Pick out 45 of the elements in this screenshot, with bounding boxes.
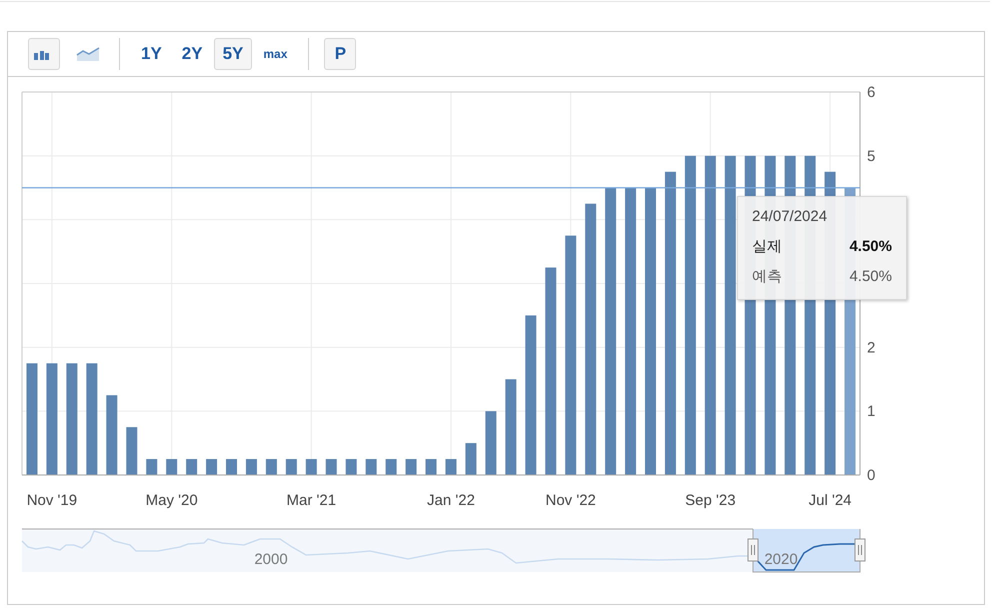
- axis-label: Mar '21: [286, 492, 336, 509]
- tooltip-label: 예측: [752, 267, 782, 287]
- area-chart-icon: [76, 46, 100, 62]
- range-button[interactable]: 5Y: [214, 38, 252, 70]
- bar: [386, 459, 397, 475]
- range-button[interactable]: 1Y: [132, 38, 171, 70]
- tooltip-value: 4.50%: [849, 267, 892, 287]
- bar: [485, 411, 496, 475]
- bar: [246, 459, 257, 475]
- axis-label: 2: [867, 339, 876, 356]
- axis-label: May '20: [146, 492, 198, 509]
- tooltip-date: 24/07/2024: [752, 207, 828, 227]
- bar: [445, 459, 456, 475]
- bar: [126, 427, 138, 475]
- bar: [306, 459, 317, 475]
- bar: [206, 459, 218, 475]
- axis-label: Nov '19: [26, 492, 78, 509]
- year-label: 2020: [764, 551, 798, 568]
- axis-label: 6: [867, 84, 876, 101]
- bar: [266, 459, 277, 475]
- range-button[interactable]: 2Y: [172, 38, 212, 70]
- bar: [426, 459, 437, 475]
- tooltip-label: 실제: [752, 237, 782, 257]
- axis-label: Nov '22: [546, 492, 596, 509]
- bar: [465, 443, 476, 475]
- bar: [186, 459, 198, 475]
- tooltip-value: 4.50%: [849, 237, 892, 257]
- bar: [406, 459, 417, 475]
- axis-label: 5: [867, 148, 876, 165]
- bar: [346, 459, 357, 475]
- axis-label: 1: [867, 403, 876, 420]
- bar: [326, 459, 337, 475]
- axis-label: Jul '24: [808, 492, 852, 509]
- bar: [166, 459, 178, 475]
- bar: [286, 459, 297, 475]
- bar-chart-button[interactable]: [28, 38, 60, 70]
- bar: [226, 459, 237, 475]
- range-button[interactable]: max: [254, 38, 296, 70]
- bar: [366, 459, 377, 475]
- bar: [146, 459, 158, 475]
- year-label: 2000: [254, 551, 288, 568]
- axis-label: Jan '22: [427, 492, 475, 509]
- axis-label: Sep '23: [685, 492, 736, 509]
- axis-label: 0: [867, 467, 876, 484]
- p-button[interactable]: P: [324, 38, 356, 70]
